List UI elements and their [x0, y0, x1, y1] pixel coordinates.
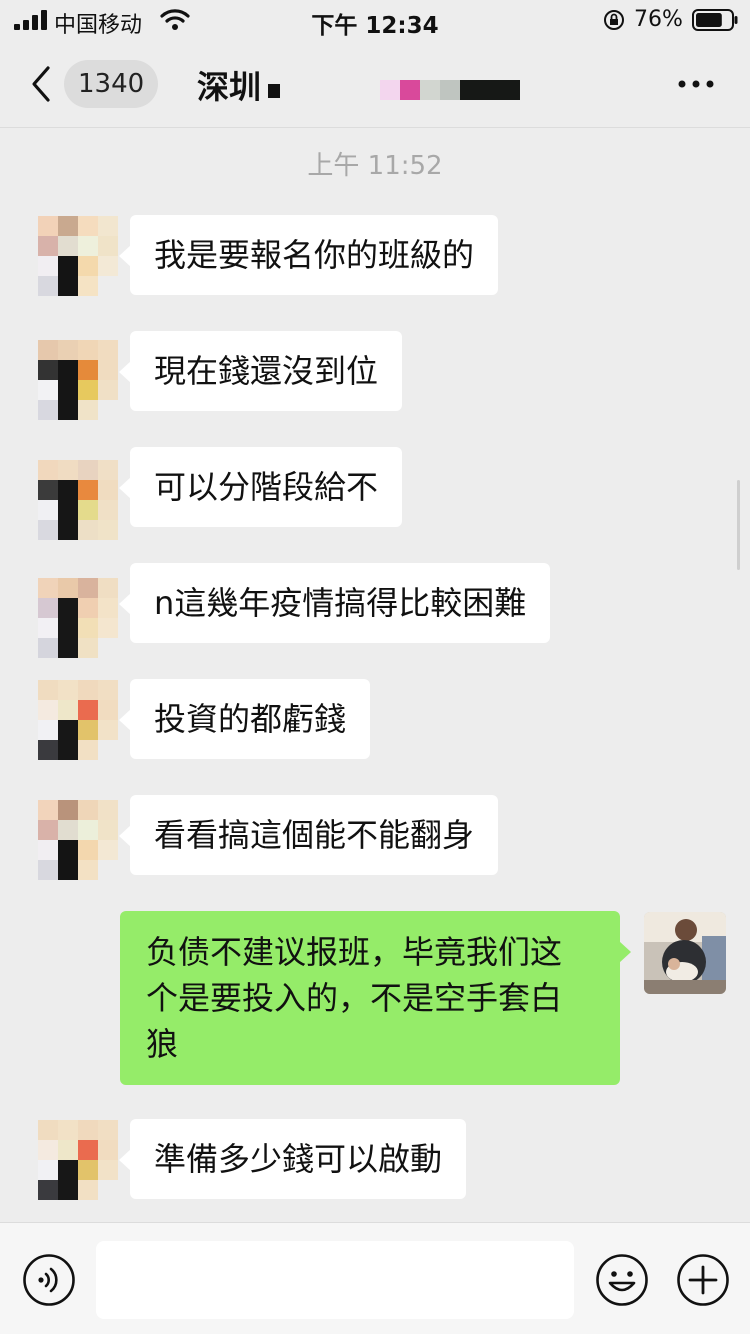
- sent-message[interactable]: 负债不建议报班，毕竟我们这 个是要投入的，不是空手套白 狼: [120, 911, 631, 1085]
- message-input[interactable]: [96, 1241, 574, 1319]
- contact-avatar[interactable]: [38, 680, 118, 760]
- unread-count-badge[interactable]: 1340: [64, 60, 159, 108]
- voice-icon[interactable]: [22, 1253, 76, 1307]
- emoji-icon[interactable]: [595, 1253, 649, 1307]
- received-message[interactable]: 看看搞這個能不能翻身: [118, 795, 499, 875]
- sent-message-line: 负债不建议报班，毕竟我们这: [146, 933, 563, 971]
- received-message[interactable]: 現在錢還沒到位: [118, 331, 403, 411]
- sent-message-line: 个是要投入的，不是空手套白: [146, 979, 563, 1017]
- scrollbar[interactable]: [737, 480, 740, 570]
- contact-avatar[interactable]: [38, 216, 118, 296]
- orientation-lock-icon: [604, 10, 624, 30]
- received-message[interactable]: 可以分階段給不: [118, 447, 403, 527]
- battery-icon: [692, 9, 738, 31]
- more-dots-icon[interactable]: [674, 66, 718, 102]
- chevron-left-icon[interactable]: [28, 64, 56, 104]
- message-input-bar: [0, 1222, 750, 1334]
- received-message[interactable]: 投資的都虧錢: [118, 679, 371, 759]
- battery-percent: 76%: [634, 7, 683, 32]
- redacted-title-blocks: [380, 80, 520, 100]
- contact-avatar[interactable]: [38, 578, 118, 658]
- received-message[interactable]: n這幾年疫情搞得比較困難: [118, 563, 551, 643]
- chat-title[interactable]: 深圳: [197, 62, 261, 108]
- contact-avatar[interactable]: [38, 340, 118, 420]
- redacted-block: [268, 84, 280, 98]
- my-avatar[interactable]: [644, 912, 726, 994]
- chat-header: 1340 深圳: [0, 40, 750, 128]
- plus-icon[interactable]: [676, 1253, 730, 1307]
- message-time-divider: 上午 11:52: [307, 151, 443, 181]
- chat-screen: 中国移动 下午 12:34 76% 1340 深圳 上午 11:52 我是要報名…: [0, 0, 750, 1334]
- received-message[interactable]: 我是要報名你的班級的: [118, 215, 499, 295]
- contact-avatar[interactable]: [38, 1120, 118, 1200]
- received-message[interactable]: 準備多少錢可以啟動: [118, 1119, 467, 1199]
- contact-avatar[interactable]: [38, 800, 118, 880]
- sent-message-line: 狼: [146, 1025, 179, 1063]
- status-bar: 中国移动 下午 12:34 76%: [0, 0, 750, 40]
- contact-avatar[interactable]: [38, 460, 118, 540]
